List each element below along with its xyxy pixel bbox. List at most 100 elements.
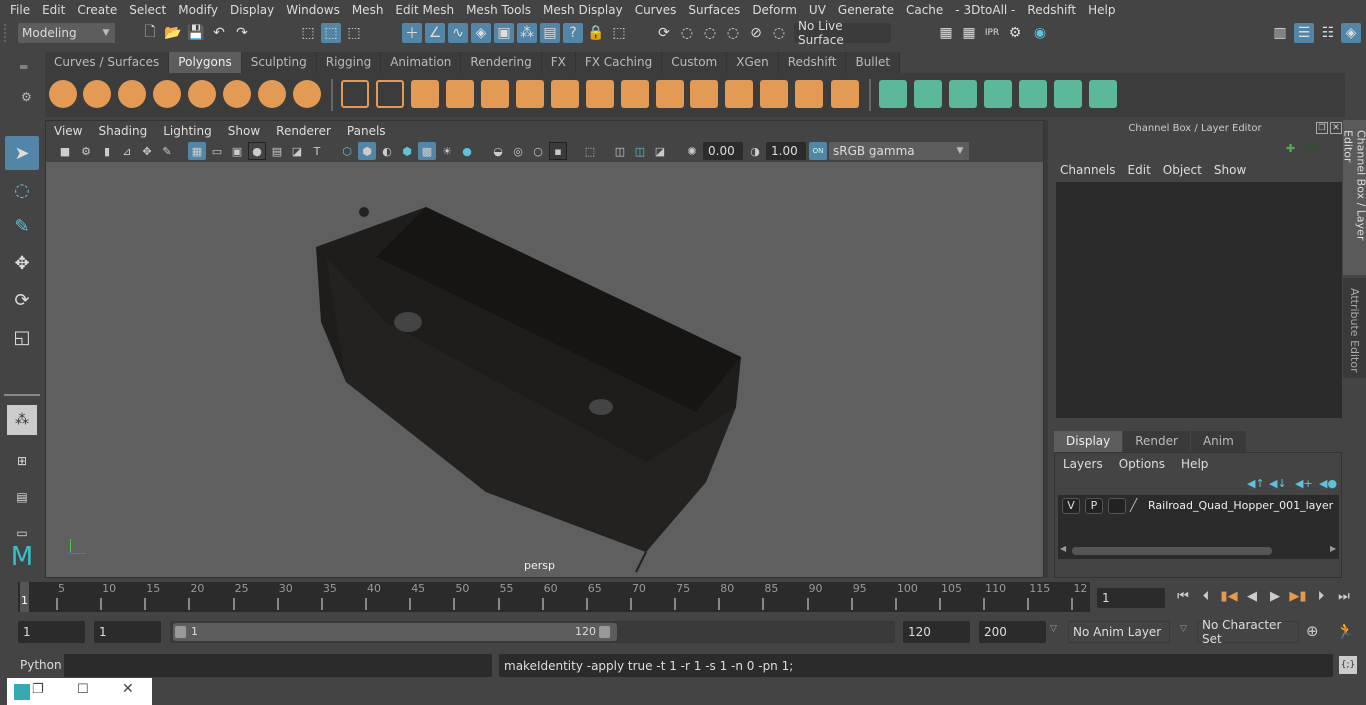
step-back-key-icon[interactable]: ▮◀ [1220,587,1238,605]
layer-playback-toggle[interactable]: P [1085,498,1103,514]
step-forward-frame-icon[interactable]: ⏵ [1312,587,1330,605]
attribute-editor-icon[interactable]: ☰ [1294,23,1314,43]
snap-view-plane-icon[interactable]: ▣ [494,23,514,43]
tab-attribute-editor[interactable]: Attribute Editor [1343,278,1366,378]
shelf-tab-rendering[interactable]: Rendering [461,52,542,73]
menu-display[interactable]: Display [224,3,280,17]
layer-editor-menu-help[interactable]: Help [1181,457,1224,471]
layer-editor-menu-layers[interactable]: Layers [1063,457,1119,471]
new-scene-icon[interactable]: 🗋 [140,23,160,43]
menu-cache[interactable]: Cache [900,3,949,17]
planar-uv-icon[interactable] [914,80,942,108]
tool-settings-icon[interactable]: ☷ [1318,23,1338,43]
smooth-icon[interactable] [446,80,474,108]
ambient-occlusion-icon[interactable]: ◒ [489,142,507,160]
poly-sphere-icon[interactable] [49,80,77,108]
character-set-dropdown[interactable]: No Character Set [1197,618,1299,646]
step-back-frame-icon[interactable]: ⏴ [1197,587,1215,605]
channel-box-menu-object[interactable]: Object [1163,163,1214,177]
wireframe-icon[interactable]: ⬡ [338,142,356,160]
playback-start-field[interactable]: 1 [94,621,161,643]
shelf-tab-curves-surfaces[interactable]: Curves / Surfaces [45,52,170,73]
layer-row[interactable]: V P ╱ Railroad_Quad_Hopper_001_layer [1058,498,1339,516]
viewport-menu-lighting[interactable]: Lighting [155,124,220,138]
viewport-persp[interactable]: View Shading Lighting Show Renderer Panels ■ … [45,120,1044,578]
grid-icon[interactable]: ▦ [188,142,206,160]
grease-pencil-icon[interactable]: ✎ [158,142,176,160]
textured-icon[interactable]: ▩ [418,142,436,160]
menu-windows[interactable]: Windows [280,3,346,17]
tab-channel-box-layer-editor[interactable]: Channel Box / Layer Editor [1342,120,1366,275]
menu-mesh-display[interactable]: Mesh Display [537,3,629,17]
range-slider-bar[interactable]: 1 120 [173,623,617,641]
menu-modify[interactable]: Modify [172,3,224,17]
render-settings-icon[interactable]: ▤ [540,23,560,43]
four-view-layout-icon[interactable]: ⊞ [5,444,39,478]
menu-file[interactable]: File [4,3,36,17]
mode-dropdown[interactable]: Modeling ▼ [18,23,115,43]
ipr-render-icon[interactable]: IPR [982,23,1002,43]
new-layer-selected-icon[interactable]: ◀● [1319,477,1337,490]
viewport-menu-shading[interactable]: Shading [90,124,155,138]
move-tool-icon[interactable]: ✥ [5,246,39,280]
snap-curve-icon[interactable]: ∠ [425,23,445,43]
spherical-uv-icon[interactable] [984,80,1012,108]
menu-generate[interactable]: Generate [832,3,900,17]
image-plane-icon[interactable]: ⊿ [118,142,136,160]
undo-icon[interactable]: ↶ [209,23,229,43]
poly-cylinder-icon[interactable] [118,80,146,108]
viewport-menu-show[interactable]: Show [220,124,268,138]
animation-preferences-icon[interactable]: 🏃 [1336,622,1355,640]
append-polygon-icon[interactable] [656,80,684,108]
exposure-field[interactable]: 0.00 [703,142,743,160]
character-set-chevron-icon[interactable]: ▽ [1180,624,1187,634]
channel-box-menu-channels[interactable]: Channels [1060,163,1128,177]
go-to-start-icon[interactable]: ⏮ [1174,587,1192,605]
menu-uv[interactable]: UV [803,3,832,17]
command-input[interactable] [64,654,492,677]
multi-cut-icon[interactable] [586,80,614,108]
paint-select-icon[interactable]: ✎ [5,209,39,243]
shelf-tab-animation[interactable]: Animation [381,52,462,73]
menu-mesh[interactable]: Mesh [346,3,390,17]
drag-handle[interactable] [4,24,10,42]
lock-icon[interactable]: 🔒 [586,23,606,43]
maximize-window-icon[interactable]: ☐ [77,682,89,697]
field-chart-icon[interactable]: ▤ [268,142,286,160]
layer-tab-anim[interactable]: Anim [1190,431,1246,452]
render-view-icon[interactable]: ▦ [936,23,956,43]
poly-cube-icon[interactable] [83,80,111,108]
camera-attributes-icon[interactable]: ⚙ [77,142,95,160]
manipulator-icon[interactable]: ✚ [1286,142,1295,155]
camera-icon[interactable]: ■ [56,142,74,160]
lights-icon[interactable]: ☀ [438,142,456,160]
float-panel-icon[interactable]: ❐ [1316,122,1328,134]
shelf-tab-redshift[interactable]: Redshift [778,52,847,73]
play-backwards-icon[interactable]: ◀ [1243,587,1261,605]
film-gate-icon[interactable]: ▭ [208,142,226,160]
anim-layer-dropdown[interactable]: No Anim Layer [1068,621,1170,643]
target-weld-icon[interactable] [621,80,649,108]
xray-icon[interactable]: ⬢ [398,142,416,160]
scroll-right-icon[interactable]: ▶ [1330,544,1336,553]
auto-key-icon[interactable]: ⊕ [1306,622,1319,640]
layer-visibility-toggle[interactable]: V [1062,498,1080,514]
menu-3dtoall[interactable]: - 3DtoAll - [949,3,1021,17]
shadows-icon[interactable]: ● [458,142,476,160]
render-settings-gear-icon[interactable]: ⚙ [1005,23,1025,43]
bookmark-icon[interactable]: ▮ [98,142,116,160]
poly-cone-icon[interactable] [153,80,181,108]
menu-deform[interactable]: Deform [746,3,803,17]
horizontal-scrollbar[interactable] [1072,547,1272,555]
lasso-select-icon[interactable]: ◌ [5,173,39,207]
viewport-menu-view[interactable]: View [46,124,90,138]
snap-grid-icon[interactable]: ＋ [402,23,422,43]
combine-icon[interactable] [341,80,369,108]
mirror-icon[interactable] [411,80,439,108]
symmetry-icon[interactable]: ⟳ [654,23,674,43]
gate-mask-icon[interactable]: ● [248,142,266,160]
shelf-tab-rigging[interactable]: Rigging [316,52,382,73]
range-end-handle[interactable] [599,626,610,638]
snap-point-icon[interactable]: ∿ [448,23,468,43]
isolate-select-icon[interactable]: ⬚ [581,142,599,160]
